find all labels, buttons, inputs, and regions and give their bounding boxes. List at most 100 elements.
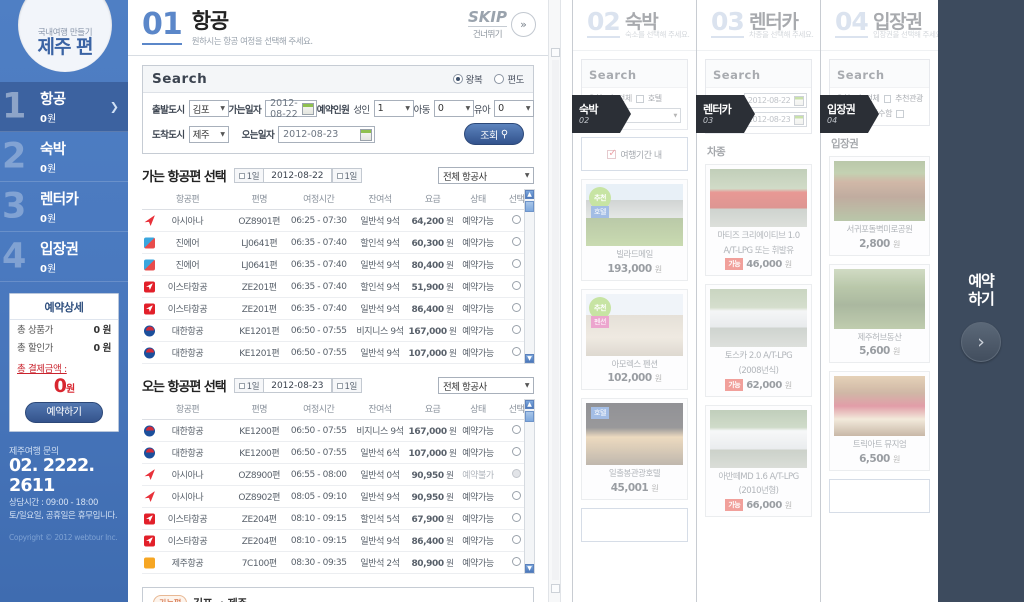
checkbox-icon[interactable] — [896, 109, 905, 118]
outbound-scrollbar[interactable]: ▲ ▼ — [524, 189, 535, 365]
lodging-period-filter[interactable]: 여행기간 내 — [581, 137, 688, 171]
outbound-next-day-button[interactable]: 1일 — [331, 168, 362, 184]
table-row[interactable]: 아시아나 OZ8901편 06:25 - 07:30 일반석 9석 64,200 원 예약… — [142, 209, 534, 233]
calendar-icon[interactable] — [794, 96, 805, 106]
table-row[interactable]: 대한항공 KE1200편 06:50 - 07:55 일반석 6석 107,000 원예… — [142, 441, 534, 465]
panel-lodging[interactable]: 02 숙박 숙소를 선택해 주세요. Search 유형 전체 호텔 구/군/지… — [572, 0, 696, 602]
arrive-city-select[interactable]: 제주 — [188, 125, 229, 143]
infant-count-select[interactable]: 0 — [494, 100, 535, 118]
select-radio-icon[interactable] — [511, 302, 521, 312]
select-radio-icon[interactable] — [511, 236, 521, 246]
scroll-up-icon[interactable]: ▲ — [525, 190, 534, 200]
ticket-filter-recommended[interactable]: 추천관광 — [895, 93, 923, 104]
lodging-card[interactable]: 호텔 일출봉관광호텔 45,001 원 — [581, 398, 688, 500]
inbound-carrier-filter[interactable]: 전체 항공사 — [438, 377, 534, 395]
reserve-button[interactable]: 예약하기 — [25, 402, 103, 423]
reserve-next-button[interactable]: › — [961, 322, 1001, 362]
scroll-up-icon[interactable]: ▲ — [525, 400, 534, 410]
radio-icon[interactable] — [452, 74, 463, 85]
sidebar-item-ticket[interactable]: 4 입장권 0원 — [0, 232, 128, 282]
sidebar-item-flight[interactable]: 1 항공 0원 ❯ — [0, 82, 128, 132]
page-scrollbar[interactable] — [548, 0, 561, 602]
scroll-thumb[interactable] — [525, 201, 534, 213]
select-radio-icon[interactable] — [511, 468, 521, 478]
lodging-filter-hotel[interactable]: 호텔 — [648, 93, 662, 104]
trip-type-roundtrip[interactable]: 왕복 — [452, 72, 483, 86]
calendar-icon[interactable] — [360, 128, 373, 141]
trip-type-oneway[interactable]: 편도 — [494, 72, 524, 86]
scroll-down-icon[interactable]: ▼ — [525, 354, 534, 364]
inbound-prev-day-button[interactable]: 1일 — [233, 378, 265, 394]
cell-time: 06:50 - 07:55 — [285, 341, 352, 365]
back-date-input[interactable]: 2012-08-23 — [278, 125, 376, 143]
select-radio-icon[interactable] — [511, 446, 521, 456]
select-radio-icon[interactable] — [511, 424, 521, 434]
table-row[interactable]: 제주항공 7C100편 08:30 - 09:35 일반석 2석 80,900 원 예약가… — [142, 551, 534, 575]
select-radio-icon[interactable] — [511, 324, 521, 334]
ribbon-tab-ticket[interactable]: 입장권 04 — [820, 95, 879, 133]
page-scroll-up-button[interactable] — [551, 48, 560, 57]
ticket-card[interactable]: 트릭아트 뮤지엄 6,500 원 — [829, 371, 930, 471]
sidebar-item-rentcar[interactable]: 3 렌터카 0원 — [0, 182, 128, 232]
trip-type-radio-group: 왕복 편도 — [452, 72, 524, 86]
skip-next-icon[interactable]: » — [511, 11, 536, 37]
outbound-carrier-filter[interactable]: 전체 항공사 — [438, 167, 534, 185]
rentcar-card[interactable]: 마티즈 크리에이티브 1.0 A/T-LPG 또는 휘발유 가능 46,000 원 — [705, 164, 812, 277]
table-row[interactable]: 대한항공 KE1200편 06:50 - 07:55 비지니스 9석 167,000 원… — [142, 419, 534, 443]
table-row[interactable]: 이스타항공 ZE204편 08:10 - 09:15 일반석 9석 86,400 원 예약… — [142, 529, 534, 553]
table-row[interactable]: 아시아나 OZ8902편 08:05 - 09:10 일반석 9석 90,950 원 예약… — [142, 485, 534, 509]
table-row[interactable]: 이스타항공 ZE201편 06:35 - 07:40 일반석 9석 86,400 원 예약… — [142, 297, 534, 321]
scroll-thumb[interactable] — [525, 411, 534, 423]
table-row[interactable]: 아시아나 OZ8900편 06:55 - 08:00 일반석 0석 90,950 원 예약… — [142, 463, 534, 487]
lodging-card[interactable]: 추천 펜션 아모렉스 펜션 102,000 원 — [581, 288, 688, 391]
checkbox-icon[interactable] — [883, 94, 892, 103]
sidebar-item-lodging[interactable]: 2 숙박 0원 — [0, 132, 128, 182]
rentcar-card[interactable]: 아반떼MD 1.6 A/T-LPG (2010년형) 가능 66,000 원 — [705, 404, 812, 517]
calendar-icon[interactable] — [794, 115, 805, 125]
table-row[interactable]: 대한항공 KE1201편 06:50 - 07:55 비지니스 9석 167,000 원… — [142, 319, 534, 343]
ticket-card[interactable]: 서귀포돌벽미로공원 2,800 원 — [829, 156, 930, 256]
cell-seats: 일반석 2석 — [351, 551, 408, 575]
select-radio-icon[interactable] — [511, 258, 521, 268]
checkbox-icon[interactable] — [635, 94, 644, 103]
outbound-tag: 가는편 — [153, 595, 187, 602]
skip-control[interactable]: SKIP 건너뛰기 » — [467, 8, 536, 40]
page-scroll-track[interactable] — [552, 60, 559, 580]
select-radio-icon[interactable] — [511, 534, 521, 544]
select-radio-icon[interactable] — [511, 512, 521, 522]
radio-icon[interactable] — [494, 74, 505, 85]
search-submit-button[interactable]: 조회 ⚲ — [464, 123, 524, 146]
adult-count-select[interactable]: 1 — [373, 100, 414, 118]
page-scroll-down-button[interactable] — [551, 584, 560, 593]
ribbon-tab-lodging[interactable]: 숙박 02 — [572, 95, 631, 133]
table-row[interactable]: 이스타항공 ZE204편 08:10 - 09:15 할인석 5석 67,900 원 예약… — [142, 507, 534, 531]
page-title: 항공 — [191, 9, 229, 33]
outbound-prev-day-button[interactable]: 1일 — [233, 168, 265, 184]
depart-city-select[interactable]: 김포 — [188, 100, 229, 118]
select-radio-icon[interactable] — [511, 556, 521, 566]
go-date-input[interactable]: 2012-08-22 — [265, 98, 317, 120]
ribbon-tab-rentcar[interactable]: 렌터카 03 — [696, 95, 755, 133]
select-radio-icon[interactable] — [511, 214, 521, 224]
table-row[interactable]: 이스타항공 ZE201편 06:35 - 07:40 할인석 9석 51,900 원 예약… — [142, 275, 534, 299]
lodging-card[interactable]: 추천 호텔 빌라드메일 193,000 원 — [581, 179, 688, 281]
fuel-tag: 가능 — [725, 378, 744, 391]
table-row[interactable]: 대한항공 KE1201편 06:50 - 07:55 일반석 9석 107,000 원예… — [142, 341, 534, 365]
inbound-scrollbar[interactable]: ▲ ▼ — [524, 399, 535, 575]
scroll-down-icon[interactable]: ▼ — [525, 564, 534, 574]
checkbox-icon[interactable] — [607, 148, 617, 159]
select-radio-icon[interactable] — [511, 490, 521, 500]
panel-rentcar[interactable]: 03 렌터카 차종을 선택해 주세요. Search 대여일시 2012-08-… — [696, 0, 820, 602]
skip-label-en: SKIP — [467, 8, 507, 27]
select-radio-icon[interactable] — [511, 346, 521, 356]
panel-ticket[interactable]: 04 입장권 입장권을 선택해 주세요. Search 유형 전체 추천관광 유… — [820, 0, 938, 602]
ticket-card[interactable]: 제주허브동산 5,600 원 — [829, 263, 930, 364]
calendar-icon[interactable] — [301, 103, 314, 116]
ticket-card-price: 2,800 원 — [859, 237, 900, 250]
inbound-next-day-button[interactable]: 1일 — [331, 378, 362, 394]
child-count-select[interactable]: 0 — [433, 100, 474, 118]
rentcar-card[interactable]: 토스카 2.0 A/T-LPG (2008년식) 가능 62,000 원 — [705, 284, 812, 397]
select-radio-icon[interactable] — [511, 280, 521, 290]
table-row[interactable]: 진에어 LJ0641편 06:35 - 07:40 할인석 9석 60,300 원 예약가… — [142, 231, 534, 255]
table-row[interactable]: 진에어 LJ0641편 06:35 - 07:40 일반석 9석 80,400 원 예약가… — [142, 253, 534, 277]
